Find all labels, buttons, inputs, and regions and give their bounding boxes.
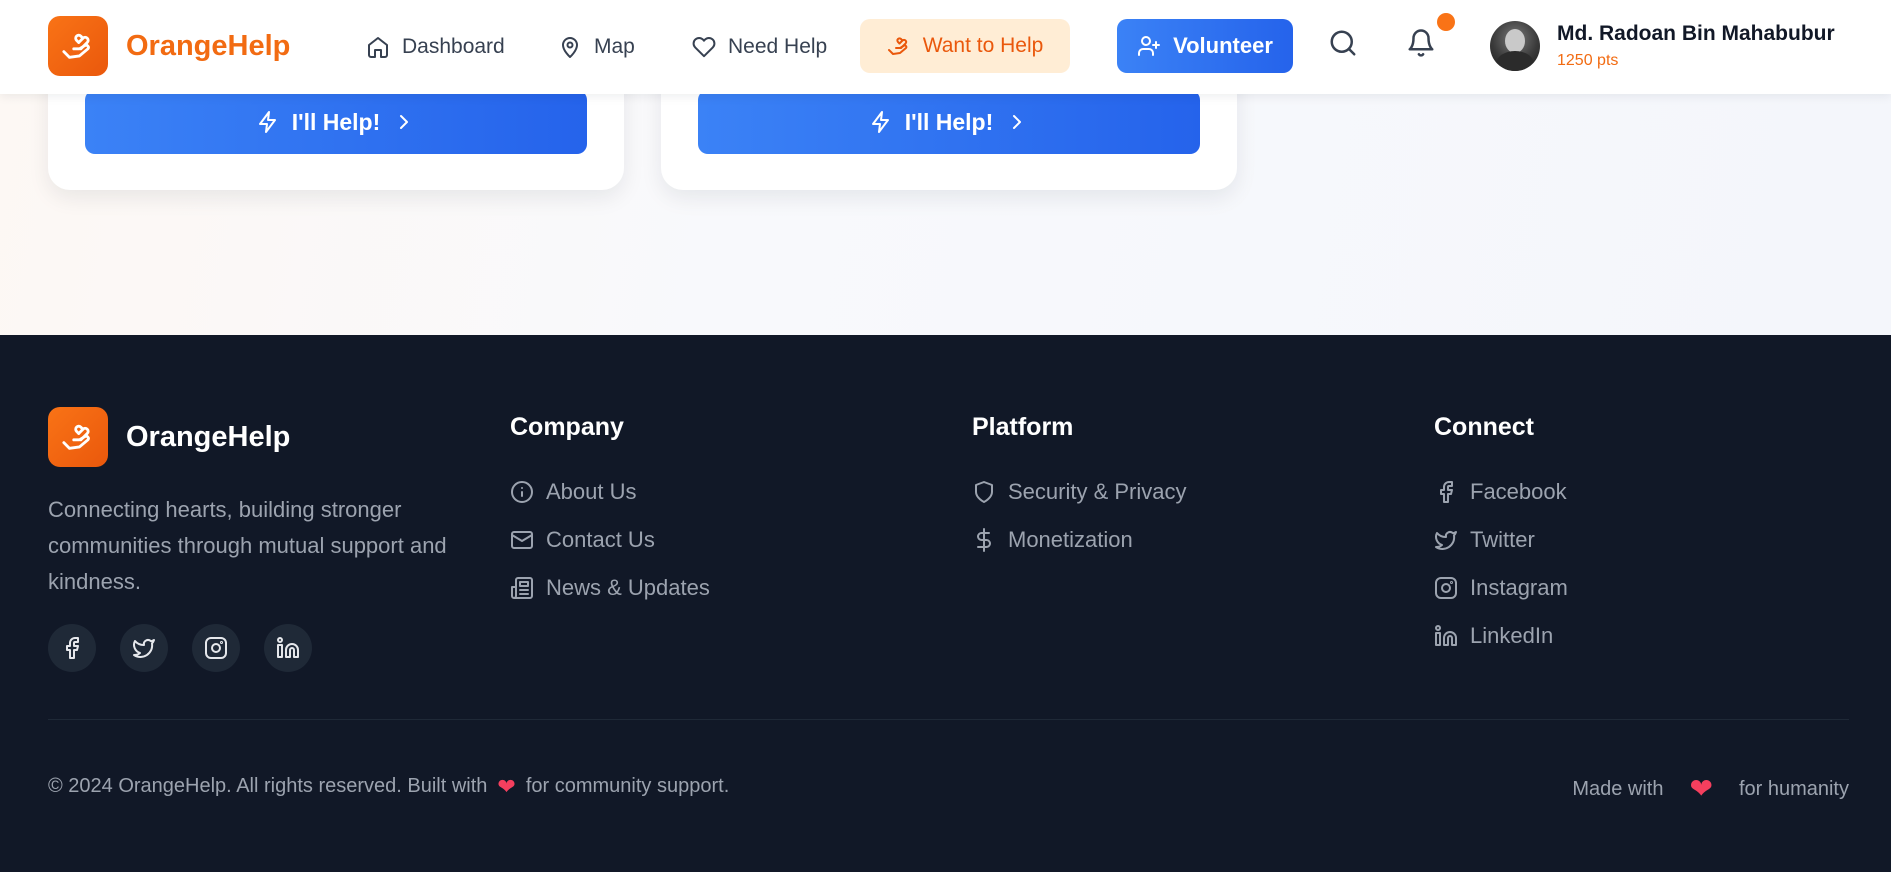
footer-link-instagram[interactable]: Instagram bbox=[1434, 573, 1568, 603]
social-instagram-button[interactable] bbox=[192, 624, 240, 672]
facebook-icon bbox=[66, 637, 79, 659]
footer-brand-name: OrangeHelp bbox=[126, 421, 291, 453]
info-icon bbox=[511, 481, 533, 503]
zap-icon bbox=[871, 111, 889, 133]
heart-icon: ❤ bbox=[497, 773, 516, 799]
hand-heart-icon bbox=[62, 33, 90, 59]
nav-map-label: Map bbox=[594, 35, 635, 58]
instagram-icon bbox=[205, 637, 227, 659]
instagram-icon bbox=[1435, 577, 1457, 599]
footer-link-news-updates[interactable]: News & Updates bbox=[510, 573, 710, 603]
newspaper-icon bbox=[511, 577, 533, 599]
notifications-button[interactable] bbox=[1406, 28, 1440, 62]
user-points: 1250 pts bbox=[1557, 52, 1619, 69]
footer-link-facebook[interactable]: Facebook bbox=[1434, 477, 1567, 507]
social-linkedin-button[interactable] bbox=[264, 624, 312, 672]
social-twitter-button[interactable] bbox=[120, 624, 168, 672]
shield-icon bbox=[975, 481, 993, 503]
nav-dashboard[interactable]: Dashboard bbox=[366, 20, 505, 74]
search-icon bbox=[1330, 30, 1356, 56]
social-facebook-button[interactable] bbox=[48, 624, 96, 672]
volunteer-label: Volunteer bbox=[1173, 33, 1273, 58]
ill-help-label: I'll Help! bbox=[291, 108, 381, 135]
top-navbar: OrangeHelp Dashboard Map Need Help Want … bbox=[0, 0, 1891, 94]
ill-help-button[interactable]: I'll Help! bbox=[85, 90, 587, 154]
footer-tagline: Connecting hearts, building stronger com… bbox=[48, 497, 447, 594]
user-plus-icon bbox=[1138, 36, 1161, 56]
linkedin-icon bbox=[277, 637, 299, 658]
footer-link-security-privacy[interactable]: Security & Privacy bbox=[972, 477, 1187, 507]
linkedin-icon bbox=[1435, 625, 1457, 646]
volunteer-button[interactable]: Volunteer bbox=[1117, 19, 1293, 73]
footer-link-linkedin[interactable]: LinkedIn bbox=[1434, 621, 1553, 651]
ill-help-button[interactable]: I'll Help! bbox=[698, 90, 1200, 154]
heart-icon: ❤ bbox=[1689, 773, 1713, 804]
dollar-icon bbox=[977, 528, 991, 552]
footer-link-twitter[interactable]: Twitter bbox=[1434, 525, 1535, 555]
made-with-text: Made with ❤ for humanity bbox=[1572, 773, 1849, 804]
user-name[interactable]: Md. Radoan Bin Mahabubur bbox=[1557, 22, 1835, 46]
chevron-right-icon bbox=[400, 115, 409, 129]
ill-help-label: I'll Help! bbox=[904, 108, 994, 135]
nav-need-help-label: Need Help bbox=[728, 35, 828, 58]
company-heading: Company bbox=[510, 413, 624, 441]
hand-heart-icon bbox=[887, 37, 907, 55]
nav-dashboard-label: Dashboard bbox=[402, 35, 505, 58]
chevron-right-icon bbox=[1013, 115, 1022, 129]
footer-link-contact-us[interactable]: Contact Us bbox=[510, 525, 655, 555]
copyright-text: © 2024 OrangeHelp. All rights reserved. … bbox=[48, 773, 730, 799]
nav-need-help[interactable]: Need Help bbox=[692, 20, 827, 74]
bell-icon bbox=[1408, 29, 1434, 57]
footer-logo[interactable] bbox=[48, 407, 108, 467]
hand-heart-icon bbox=[62, 424, 90, 450]
footer-link-about-us[interactable]: About Us bbox=[510, 477, 637, 507]
twitter-icon bbox=[133, 639, 155, 658]
footer-link-monetization[interactable]: Monetization bbox=[972, 525, 1133, 555]
mail-icon bbox=[511, 531, 533, 549]
twitter-icon bbox=[1435, 531, 1457, 550]
map-pin-icon bbox=[562, 37, 578, 58]
heart-icon bbox=[692, 37, 716, 58]
home-icon bbox=[368, 37, 388, 58]
footer: OrangeHelp Connecting hearts, building s… bbox=[0, 335, 1891, 872]
nav-want-to-help[interactable]: Want to Help bbox=[860, 19, 1070, 73]
connect-heading: Connect bbox=[1434, 413, 1534, 441]
zap-icon bbox=[258, 111, 276, 133]
nav-want-to-help-label: Want to Help bbox=[922, 34, 1044, 57]
avatar[interactable] bbox=[1490, 21, 1540, 71]
facebook-icon bbox=[1440, 481, 1453, 503]
logo[interactable] bbox=[48, 16, 108, 76]
brand-name[interactable]: OrangeHelp bbox=[126, 30, 290, 63]
notification-badge bbox=[1437, 13, 1455, 31]
search-button[interactable] bbox=[1328, 28, 1362, 62]
footer-divider bbox=[48, 719, 1849, 720]
nav-map[interactable]: Map bbox=[558, 20, 635, 74]
platform-heading: Platform bbox=[972, 413, 1074, 441]
